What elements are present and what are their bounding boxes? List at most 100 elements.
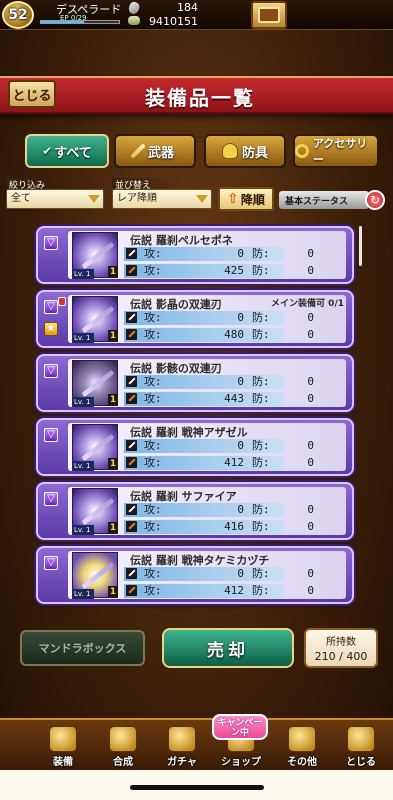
- def-value: 0: [307, 584, 314, 597]
- item-name: 伝説 羅刹 サファイア: [130, 490, 237, 503]
- nav-equip[interactable]: 装備: [38, 724, 88, 768]
- item-count-value: 210 / 400: [314, 650, 368, 663]
- def-value: 0: [307, 503, 314, 516]
- def-value: 0: [307, 567, 314, 580]
- equipment-item[interactable]: ▽ Lv. 1 1 伝説 羅刹 戦神アザゼル 攻: 0 防: 0 攻: 412 防: 0: [36, 418, 354, 476]
- nav-equip-label: 装備: [53, 757, 73, 768]
- atk-label: 攻:: [144, 503, 162, 516]
- nav-combine[interactable]: 合成: [98, 724, 148, 768]
- stat-row: 攻: 0 防: 0: [124, 311, 314, 325]
- scrollbar[interactable]: [359, 226, 362, 266]
- nav-close-label: とじる: [346, 757, 376, 768]
- level-badge: 52: [2, 1, 34, 29]
- rarity-icon: ▽: [44, 236, 58, 250]
- atk-label: 攻:: [144, 264, 162, 277]
- lock-icon: [58, 297, 66, 306]
- atk-value: 0: [237, 247, 244, 260]
- gacha-icon: [168, 726, 196, 752]
- atk-value: 412: [224, 584, 244, 597]
- present-box-icon: [258, 7, 280, 23]
- dropdown-arrow-icon: [88, 195, 100, 203]
- item-name: 伝説 影骸の双連刃: [130, 362, 222, 375]
- status-bar: 52 デスペラード EP 0/29 184 9410151: [0, 0, 393, 30]
- nav-other[interactable]: その他: [277, 724, 327, 768]
- mandora-box-button[interactable]: マンドラボックス: [20, 630, 145, 666]
- sell-button[interactable]: 売却: [162, 628, 294, 668]
- atk-label: 攻:: [144, 392, 162, 405]
- equipment-item[interactable]: ▽ Lv. 1 1 伝説 羅刹 戦神タケミカヅチ 攻: 0 防: 0 攻: 412 防: 0: [36, 546, 354, 604]
- atk-label: 攻:: [144, 584, 162, 597]
- tab-accessory[interactable]: アクセサリー: [293, 134, 379, 168]
- equip-icon: [49, 726, 77, 752]
- nav-other-label: その他: [287, 757, 317, 768]
- close-button[interactable]: とじる: [8, 80, 56, 108]
- stat-row: 攻: 0 防: 0: [124, 503, 314, 517]
- atk-value: 443: [224, 392, 244, 405]
- def-label: 防:: [252, 247, 270, 260]
- stat-row: 攻: 443 防: 0: [124, 392, 314, 406]
- equipment-item[interactable]: ▽ ★ Lv. 1 1 伝説 影晶の双連刃 メイン装備可 0/1 攻: 0 防: 0 攻: 480 防:…: [36, 290, 354, 348]
- sort-order-button[interactable]: ⇧ 降順: [218, 187, 274, 211]
- orange-sword-stat-icon: [126, 585, 137, 596]
- def-label: 防:: [252, 264, 270, 277]
- tab-all[interactable]: ✔ すべて: [25, 134, 109, 168]
- main-equip-flag: メイン装備可 0/1: [271, 299, 344, 309]
- gold-count: 9410151: [149, 15, 198, 28]
- stat-row: 攻: 480 防: 0: [124, 328, 314, 342]
- orange-sword-stat-icon: [126, 521, 137, 532]
- item-name: 伝説 羅刹ペルセポネ: [130, 234, 233, 247]
- sort-select[interactable]: レア降順: [112, 189, 212, 209]
- level-tag: Lv. 1: [72, 589, 94, 599]
- tab-weapon-label: 武器: [147, 145, 174, 161]
- stat-row: 攻: 412 防: 0: [124, 584, 314, 598]
- refresh-icon[interactable]: ↻: [365, 190, 385, 210]
- plus-tag: 1: [108, 458, 118, 470]
- check-icon: ✔: [42, 144, 53, 158]
- arrow-up-icon: ⇧: [227, 191, 239, 207]
- orange-sword-stat-icon: [126, 265, 137, 276]
- nav-shop-label: ショップ: [221, 757, 261, 768]
- item-count-label: 所持数: [326, 637, 356, 648]
- atk-value: 425: [224, 264, 244, 277]
- nav-gacha[interactable]: ガチャ: [157, 724, 207, 768]
- atk-value: 412: [224, 456, 244, 469]
- equipment-item[interactable]: ▽ Lv. 1 1 伝説 羅刹 サファイア 攻: 0 防: 0 攻: 416 防: 0: [36, 482, 354, 540]
- plus-tag: 1: [108, 330, 118, 342]
- plus-tag: 1: [108, 266, 118, 278]
- def-value: 0: [307, 311, 314, 324]
- item-count-box: 所持数 210 / 400: [304, 628, 378, 668]
- gold-icon: [128, 16, 140, 25]
- star-icon: ★: [44, 322, 58, 336]
- present-box-button[interactable]: [251, 1, 287, 29]
- def-value: 0: [307, 264, 314, 277]
- atk-value: 0: [237, 503, 244, 516]
- gear-icon: [288, 726, 316, 752]
- rarity-icon: ▽: [44, 364, 58, 378]
- sword-stat-icon: [126, 312, 137, 323]
- tab-all-label: すべて: [54, 145, 92, 161]
- tab-armor[interactable]: 防具: [204, 134, 286, 168]
- atk-value: 0: [237, 311, 244, 324]
- equipment-item[interactable]: ▽ Lv. 1 1 伝説 影骸の双連刃 攻: 0 防: 0 攻: 443 防: 0: [36, 354, 354, 412]
- item-name: 伝説 羅刹 戦神アザゼル: [130, 426, 248, 439]
- def-value: 0: [307, 439, 314, 452]
- hammer-icon: [109, 726, 137, 752]
- equipment-item[interactable]: ▽ Lv. 1 1 伝説 羅刹ペルセポネ 攻: 0 防: 0 攻: 425 防: 0: [36, 226, 354, 284]
- tab-weapon[interactable]: 武器: [114, 134, 196, 168]
- atk-label: 攻:: [144, 328, 162, 341]
- def-label: 防:: [252, 328, 270, 341]
- basic-status-toggle[interactable]: 基本ステータス: [279, 191, 369, 209]
- home-indicator[interactable]: [130, 785, 264, 790]
- sword-stat-icon: [126, 568, 137, 579]
- rarity-icon: ▽: [44, 428, 58, 442]
- sort-order-label: 降順: [240, 192, 265, 207]
- atk-label: 攻:: [144, 520, 162, 533]
- def-label: 防:: [252, 456, 270, 469]
- filter-select[interactable]: 全て: [6, 189, 104, 209]
- def-value: 0: [307, 375, 314, 388]
- nav-close[interactable]: とじる: [336, 724, 386, 768]
- equipment-list[interactable]: ▽ Lv. 1 1 伝説 羅刹ペルセポネ 攻: 0 防: 0 攻: 425 防: 0 ▽ ★ Lv. 1 1 伝…: [30, 222, 366, 610]
- armor-icon: [221, 143, 238, 159]
- filter-label: 絞り込み: [6, 178, 76, 191]
- stone-icon: [127, 0, 141, 16]
